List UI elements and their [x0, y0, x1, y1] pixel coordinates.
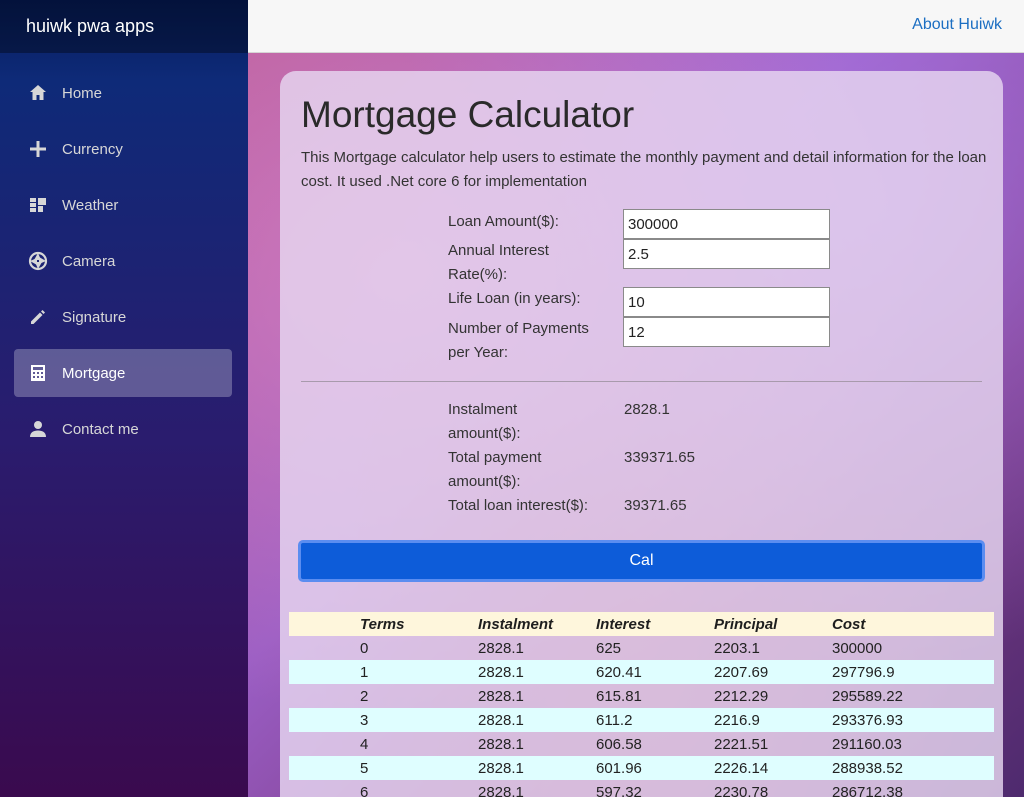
person-icon [28, 419, 48, 439]
sidebar-item-signature[interactable]: Signature [14, 293, 232, 341]
cell-principal: 2203.1 [714, 639, 760, 657]
sidebar-item-label: Currency [62, 140, 123, 158]
table-row: 6 2828.1 597.32 2230.78 286712.38 [289, 780, 994, 797]
total-interest-value: 39371.65 [624, 497, 687, 514]
cell-instalment: 2828.1 [478, 639, 524, 657]
calculator-icon [28, 363, 48, 383]
sidebar-item-weather[interactable]: Weather [14, 181, 232, 229]
column-header-cost: Cost [832, 615, 866, 633]
cell-cost: 288938.52 [832, 759, 903, 777]
divider [301, 381, 982, 382]
cell-principal: 2207.69 [714, 663, 769, 681]
cell-terms: 6 [360, 783, 369, 797]
cell-interest: 625 [596, 639, 622, 657]
cell-principal: 2216.9 [714, 711, 760, 729]
cell-cost: 291160.03 [832, 735, 902, 753]
cell-instalment: 2828.1 [478, 759, 524, 777]
column-header-interest: Interest [596, 615, 651, 633]
table-row: 4 2828.1 606.58 2221.51 291160.03 [289, 732, 994, 756]
plus-icon [28, 139, 48, 159]
cell-interest: 601.96 [596, 759, 642, 777]
cell-principal: 2230.78 [714, 783, 769, 797]
sidebar-item-label: Camera [62, 252, 116, 270]
cell-cost: 293376.93 [832, 711, 903, 729]
amortization-table: Terms Instalment Interest Principal Cost… [289, 612, 994, 797]
table-row: 0 2828.1 625 2203.1 300000 [289, 636, 994, 660]
pencil-icon [28, 307, 48, 327]
sidebar-item-label: Weather [62, 196, 119, 214]
total-payment-label: Total payment amount($): [448, 449, 542, 490]
sidebar-item-mortgage[interactable]: Mortgage [14, 349, 232, 397]
payments-per-year-input[interactable] [623, 317, 830, 347]
interest-rate-label: Annual Interest Rate(%): [448, 242, 549, 283]
cal-button[interactable]: Cal [298, 540, 985, 582]
sidebar-item-currency[interactable]: Currency [14, 125, 232, 173]
total-payment-value: 339371.65 [624, 449, 695, 466]
sidebar-item-label: Home [62, 84, 103, 102]
home-icon [28, 83, 48, 103]
cell-principal: 2212.29 [714, 687, 769, 705]
sidebar-item-label: Signature [62, 308, 127, 326]
life-loan-label: Life Loan (in years): [448, 290, 581, 307]
top-bar: About Huiwk [248, 0, 1024, 53]
cell-terms: 2 [360, 687, 369, 705]
total-interest-label: Total loan interest($): [448, 497, 589, 514]
page-title: Mortgage Calculator [301, 94, 635, 135]
sidebar-item-contact[interactable]: Contact me [14, 405, 232, 453]
cell-cost: 297796.9 [832, 663, 895, 681]
dashboard-icon [28, 195, 48, 215]
table-row: 2 2828.1 615.81 2212.29 295589.22 [289, 684, 994, 708]
about-link[interactable]: About Huiwk [912, 16, 1002, 34]
table-row: 5 2828.1 601.96 2226.14 288938.52 [289, 756, 994, 780]
cell-principal: 2221.51 [714, 735, 769, 753]
payments-per-year-label: Number of Payments per Year: [448, 320, 589, 361]
cell-terms: 1 [360, 663, 369, 681]
cell-terms: 0 [360, 639, 369, 657]
instalment-value: 2828.1 [624, 401, 670, 418]
cell-instalment: 2828.1 [478, 735, 524, 753]
table-row: 3 2828.1 611.2 2216.9 293376.93 [289, 708, 994, 732]
sidebar: huiwk pwa apps Home Currency Weather Cam… [0, 0, 248, 797]
loan-amount-label: Loan Amount($): [448, 213, 559, 230]
page-description: This Mortgage calculator help users to e… [301, 149, 987, 190]
cell-terms: 4 [360, 735, 369, 753]
table-header-row: Terms Instalment Interest Principal Cost [289, 612, 994, 636]
cell-instalment: 2828.1 [478, 783, 524, 797]
life-loan-input[interactable] [623, 287, 830, 317]
cell-cost: 300000 [832, 639, 883, 657]
table-row: 1 2828.1 620.41 2207.69 297796.9 [289, 660, 994, 684]
nav-menu: Home Currency Weather Camera Signature M… [0, 53, 248, 453]
column-header-principal: Principal [714, 615, 778, 633]
cell-interest: 606.58 [596, 735, 642, 753]
cell-terms: 3 [360, 711, 369, 729]
cell-interest: 620.41 [596, 663, 642, 681]
cell-cost: 295589.22 [832, 687, 903, 705]
sidebar-item-label: Contact me [62, 420, 139, 438]
cell-cost: 286712.38 [832, 783, 903, 797]
cell-principal: 2226.14 [714, 759, 769, 777]
camera-aperture-icon [28, 251, 48, 271]
brand-title[interactable]: huiwk pwa apps [0, 0, 248, 53]
sidebar-item-label: Mortgage [62, 364, 126, 382]
loan-amount-input[interactable] [623, 209, 830, 239]
cell-terms: 5 [360, 759, 369, 777]
column-header-terms: Terms [360, 615, 405, 633]
cell-instalment: 2828.1 [478, 711, 524, 729]
sidebar-item-camera[interactable]: Camera [14, 237, 232, 285]
cell-interest: 597.32 [596, 783, 642, 797]
cell-interest: 615.81 [596, 687, 642, 705]
cell-instalment: 2828.1 [478, 663, 524, 681]
sidebar-item-home[interactable]: Home [14, 69, 232, 117]
column-header-instalment: Instalment [478, 615, 554, 633]
instalment-label: Instalment amount($): [448, 401, 521, 442]
interest-rate-input[interactable] [623, 239, 830, 269]
cell-instalment: 2828.1 [478, 687, 524, 705]
cell-interest: 611.2 [596, 711, 633, 729]
